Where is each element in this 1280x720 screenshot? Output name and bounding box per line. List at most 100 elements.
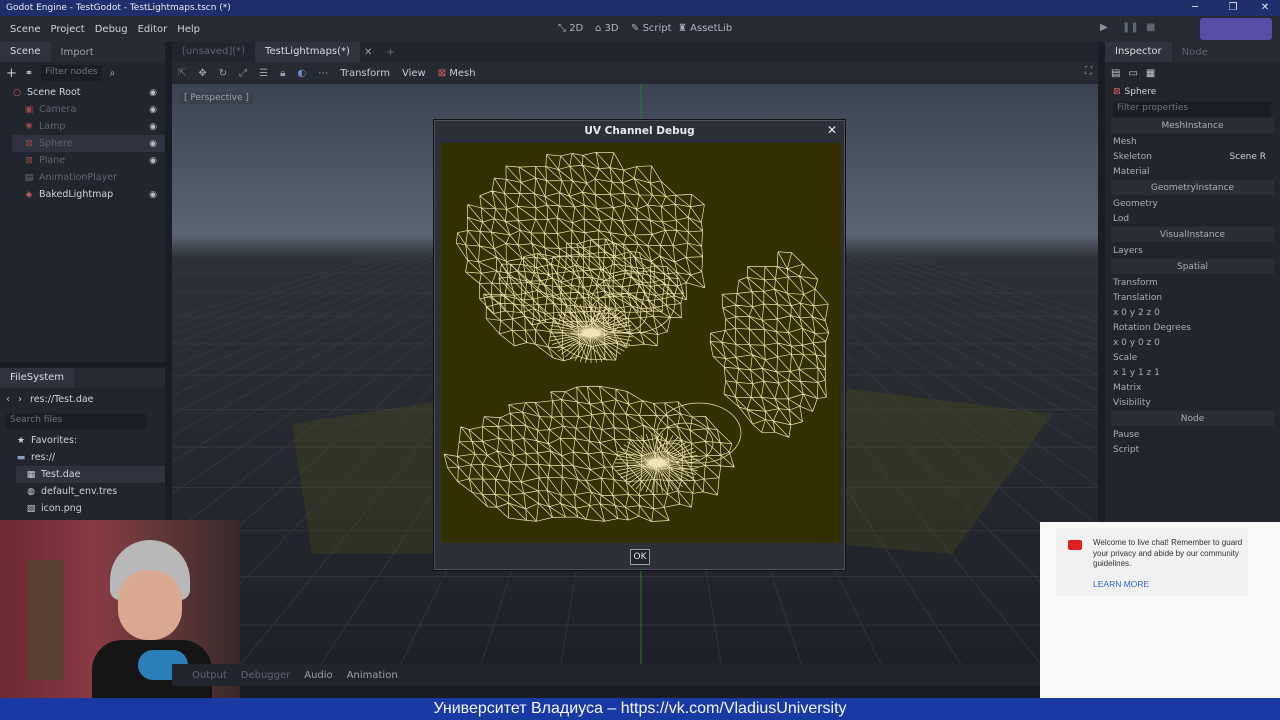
path-field[interactable]: res://Test.dae xyxy=(30,394,94,405)
mode-script-button[interactable]: ✎ Script xyxy=(631,23,672,34)
filter-nodes-input[interactable]: Filter nodes xyxy=(41,65,102,81)
menu-debug[interactable]: Debug xyxy=(95,24,128,35)
inspector-section[interactable]: GeometryInstance xyxy=(1111,180,1274,195)
add-tab-icon[interactable]: + xyxy=(386,47,394,58)
lock-icon[interactable]: 🔒︎ xyxy=(280,68,285,79)
perspective-button[interactable]: [ Perspective ] xyxy=(180,92,253,104)
tab-inspector[interactable]: Inspector xyxy=(1105,42,1172,62)
inspector-section[interactable]: Node xyxy=(1111,411,1274,426)
inspector-property[interactable]: x 1 y 1 z 1 xyxy=(1105,365,1280,380)
inspector-property[interactable]: Script xyxy=(1105,442,1280,457)
tree-node-scene-root[interactable]: ○ Scene Root ◉ xyxy=(12,84,165,101)
inspector-property[interactable]: Pause xyxy=(1105,427,1280,442)
move-tool-icon[interactable]: ✥ xyxy=(198,68,206,79)
pause-icon[interactable]: ❚❚ xyxy=(1122,22,1139,33)
property-label: Visibility xyxy=(1113,397,1151,408)
property-value[interactable]: Scene R xyxy=(1229,152,1266,162)
mode-assetlib-button[interactable]: ♜ AssetLib xyxy=(678,23,732,34)
fs-favorites[interactable]: ★ Favorites: xyxy=(16,432,165,449)
fs-item-icon-png[interactable]: ▧ icon.png xyxy=(16,500,165,517)
save-resource-icon[interactable]: ▦ xyxy=(1146,68,1155,79)
inspector-property[interactable]: Layers xyxy=(1105,243,1280,258)
open-resource-icon[interactable]: ▭ xyxy=(1128,68,1137,79)
transform-menu[interactable]: Transform xyxy=(340,68,390,79)
filter-properties-input[interactable]: Filter properties xyxy=(1113,100,1271,117)
tree-node-camera[interactable]: ▣ Camera ◉ xyxy=(12,101,165,118)
link-icon[interactable]: ⚭ xyxy=(25,68,33,79)
tree-node-sphere[interactable]: ⊠ Sphere ◉ xyxy=(12,135,165,152)
visibility-eye-icon[interactable]: ◉ xyxy=(149,139,157,149)
tab-filesystem[interactable]: FileSystem xyxy=(0,368,75,388)
close-tab-icon[interactable]: ✕ xyxy=(364,47,372,58)
mode-2d-button[interactable]: ⤡ 2D xyxy=(558,23,583,34)
scale-tool-icon[interactable]: ⤢ xyxy=(239,68,247,79)
close-window-button[interactable]: ✕ xyxy=(1252,0,1278,16)
tree-node-bakedlightmap[interactable]: ◈ BakedLightmap ◉ xyxy=(12,186,165,203)
visibility-eye-icon[interactable]: ◉ xyxy=(149,105,157,115)
menu-editor[interactable]: Editor xyxy=(138,24,168,35)
tab-audio[interactable]: Audio xyxy=(304,670,332,681)
snap-icon[interactable]: ⋯ xyxy=(318,68,328,79)
property-label: Scale xyxy=(1113,352,1138,363)
search-files-input[interactable]: Search files xyxy=(6,413,146,429)
local-space-icon[interactable]: ◐ xyxy=(297,68,306,79)
inspector-property[interactable]: Material xyxy=(1105,164,1280,179)
inspector-property[interactable]: Scale xyxy=(1105,350,1280,365)
maximize-button[interactable]: ❐ xyxy=(1220,0,1246,16)
inspector-property[interactable]: Transform xyxy=(1105,275,1280,290)
inspected-object[interactable]: ⊠ Sphere xyxy=(1105,84,1280,99)
renderer-badge[interactable] xyxy=(1200,18,1272,40)
tab-output[interactable]: Output xyxy=(192,670,227,681)
inspector-section[interactable]: VisualInstance xyxy=(1111,227,1274,242)
inspector-property[interactable]: Mesh xyxy=(1105,134,1280,149)
stop-icon[interactable]: ■ xyxy=(1146,22,1155,33)
tab-node[interactable]: Node xyxy=(1172,47,1218,58)
new-resource-icon[interactable]: ▤ xyxy=(1111,68,1120,79)
learn-more-link[interactable]: LEARN MORE xyxy=(1093,579,1149,589)
inspector-section[interactable]: MeshInstance xyxy=(1111,118,1274,133)
fs-res-root[interactable]: ▬ res:// xyxy=(16,449,165,466)
inspector-property[interactable]: Skeleton Scene R xyxy=(1105,149,1280,164)
tree-node-lamp[interactable]: ✺ Lamp ◉ xyxy=(12,118,165,135)
tree-node-plane[interactable]: ⊠ Plane ◉ xyxy=(12,152,165,169)
tab-testlightmaps[interactable]: TestLightmaps(*) xyxy=(255,42,360,62)
tree-node-animationplayer[interactable]: ▤ AnimationPlayer xyxy=(12,169,165,186)
tab-debugger[interactable]: Debugger xyxy=(241,670,291,681)
tab-scene[interactable]: Scene xyxy=(0,42,51,62)
inspector-property[interactable]: x 0 y 0 z 0 xyxy=(1105,335,1280,350)
visibility-eye-icon[interactable]: ◉ xyxy=(149,190,157,200)
fullscreen-icon[interactable]: ⛶ xyxy=(1085,66,1092,77)
inspector-property[interactable]: Rotation Degrees xyxy=(1105,320,1280,335)
select-tool-icon[interactable]: ⇱ xyxy=(178,68,186,79)
inspector-property[interactable]: Lod xyxy=(1105,211,1280,226)
inspector-property[interactable]: Visibility xyxy=(1105,395,1280,410)
menu-project[interactable]: Project xyxy=(51,24,85,35)
play-icon[interactable]: ▶ xyxy=(1100,22,1108,33)
fs-item-test-dae[interactable]: ▦ Test.dae xyxy=(16,466,165,483)
minimize-button[interactable]: ─ xyxy=(1182,0,1208,16)
tab-unsaved[interactable]: [unsaved](*) xyxy=(172,42,255,62)
view-menu[interactable]: View xyxy=(402,68,426,79)
inspector-property[interactable]: x 0 y 2 z 0 xyxy=(1105,305,1280,320)
inspector-property[interactable]: Matrix xyxy=(1105,380,1280,395)
menu-scene[interactable]: Scene xyxy=(10,24,41,35)
menu-help[interactable]: Help xyxy=(177,24,200,35)
inspector-property[interactable]: Geometry xyxy=(1105,196,1280,211)
inspector-property[interactable]: Translation xyxy=(1105,290,1280,305)
visibility-eye-icon[interactable]: ◉ xyxy=(149,122,157,132)
tab-animation[interactable]: Animation xyxy=(347,670,398,681)
rotate-tool-icon[interactable]: ↻ xyxy=(219,68,227,79)
list-select-icon[interactable]: ☰ xyxy=(259,68,268,79)
ok-button[interactable]: OK xyxy=(630,549,650,565)
mode-3d-button[interactable]: ⌂ 3D xyxy=(595,23,619,34)
visibility-eye-icon[interactable]: ◉ xyxy=(149,88,157,98)
add-node-icon[interactable]: + xyxy=(6,66,17,81)
dialog-close-button[interactable]: ✕ xyxy=(824,122,840,138)
mesh-menu[interactable]: ⊠ Mesh xyxy=(438,68,476,79)
fs-item-default-env[interactable]: ◍ default_env.tres xyxy=(16,483,165,500)
inspector-section[interactable]: Spatial xyxy=(1111,259,1274,274)
back-icon[interactable]: ‹ xyxy=(6,394,10,405)
visibility-eye-icon[interactable]: ◉ xyxy=(149,156,157,166)
forward-icon[interactable]: › xyxy=(18,394,22,405)
tab-import[interactable]: Import xyxy=(51,47,104,58)
